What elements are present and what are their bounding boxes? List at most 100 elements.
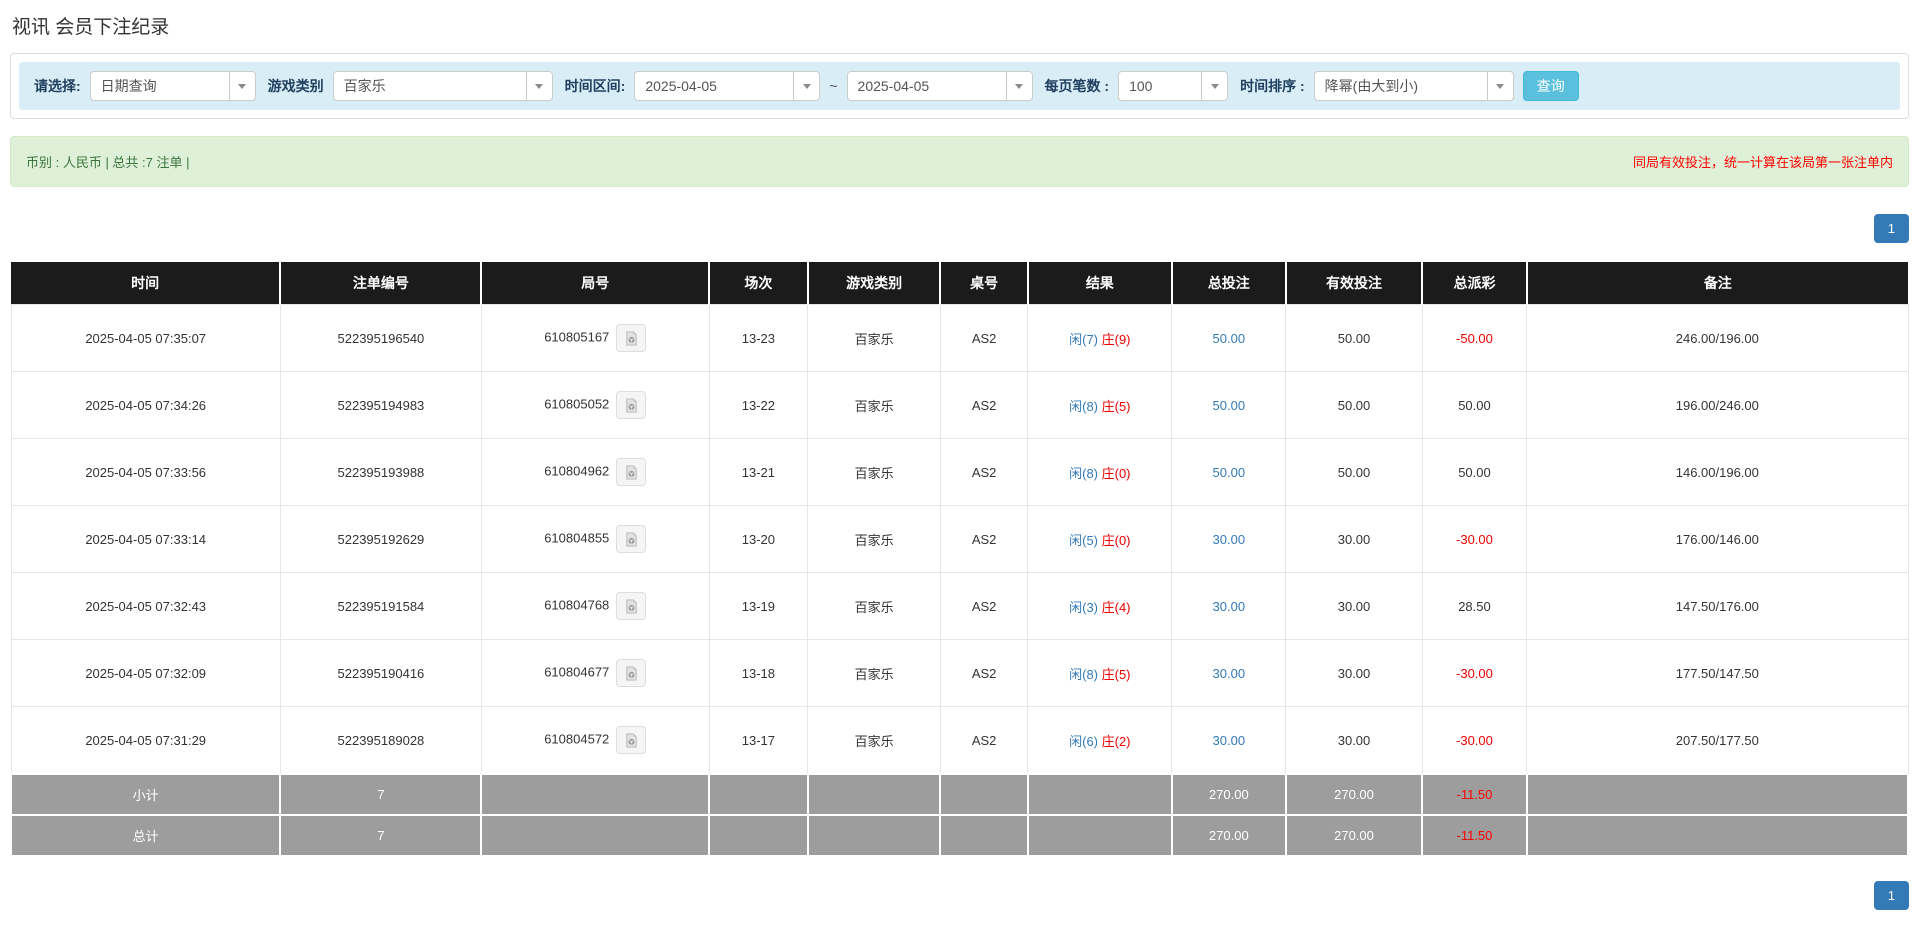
cell-round-number: 610804855 <box>480 505 710 573</box>
query-type-select[interactable]: 日期查询 <box>89 71 256 101</box>
cell-payout: -50.00 <box>1421 304 1528 372</box>
sort-order-label: 时间排序 : <box>1240 78 1305 94</box>
cell-table-number: AS2 <box>939 371 1029 439</box>
time-range-label: 时间区间: <box>564 78 626 94</box>
cell-total-bet: 50.00 <box>1171 371 1287 439</box>
cell-session: 13-20 <box>708 505 809 573</box>
cell-payout: -30.00 <box>1421 505 1528 573</box>
game-type-value: 百家乐 <box>343 78 386 94</box>
cell-payout: 50.00 <box>1421 371 1528 439</box>
cell-game-type: 百家乐 <box>807 505 941 573</box>
cell-total-bet: 30.00 <box>1171 505 1287 573</box>
video-replay-button[interactable] <box>616 324 647 352</box>
cell-time: 2025-04-05 07:33:56 <box>10 438 281 506</box>
table-row: 2025-04-05 07:35:07 522395196540 6108051… <box>10 304 1909 372</box>
cell-result: 闲(6) 庄(2) <box>1027 706 1173 775</box>
cell-session: 13-23 <box>708 304 809 372</box>
cell-round-number: 610804572 <box>480 706 710 775</box>
video-replay-button[interactable] <box>616 525 647 553</box>
summary-valid-bet: 270.00 <box>1284 773 1424 816</box>
cell-table-number: AS2 <box>939 639 1029 707</box>
cell-empty <box>480 814 711 857</box>
video-file-icon <box>626 598 637 614</box>
cell-total-bet: 50.00 <box>1171 438 1287 506</box>
result-player: 闲(3) <box>1069 599 1098 615</box>
summary-payout: -11.50 <box>1421 814 1528 857</box>
cell-bet-number: 522395194983 <box>279 371 482 439</box>
result-player: 闲(6) <box>1069 733 1098 749</box>
result-player: 闲(8) <box>1069 666 1098 682</box>
cell-bet-number: 522395190416 <box>279 639 482 707</box>
per-page-label: 每页笔数 : <box>1044 78 1110 94</box>
video-replay-button[interactable] <box>616 391 647 419</box>
page-1-button[interactable]: 1 <box>1873 881 1909 910</box>
cell-remark: 177.50/147.50 <box>1526 639 1909 707</box>
cell-round-number: 610804677 <box>480 639 710 707</box>
cell-valid-bet: 30.00 <box>1285 639 1423 707</box>
per-page-select[interactable]: 100 <box>1118 71 1229 101</box>
summary-label: 小计 <box>9 773 282 816</box>
sort-order-value: 降幂(由大到小) <box>1324 78 1418 94</box>
video-replay-button[interactable] <box>616 458 647 486</box>
result-banker: 庄(0) <box>1101 532 1131 548</box>
video-replay-button[interactable] <box>616 592 647 620</box>
table-row: 2025-04-05 07:31:29 522395189028 6108045… <box>10 706 1909 775</box>
round-number: 610804962 <box>544 463 610 479</box>
total-bet-link[interactable]: 50.00 <box>1213 331 1246 346</box>
pagination-top: 1 <box>10 214 1909 243</box>
round-number: 610805167 <box>544 329 610 345</box>
sort-order-select[interactable]: 降幂(由大到小) <box>1313 71 1514 101</box>
summary-valid-bet: 270.00 <box>1284 814 1424 857</box>
cell-table-number: AS2 <box>939 706 1029 775</box>
cell-game-type: 百家乐 <box>807 438 941 506</box>
cell-round-number: 610805052 <box>480 371 710 439</box>
summary-total-bet: 270.00 <box>1170 773 1287 816</box>
column-header: 场次 <box>709 262 809 305</box>
cell-valid-bet: 50.00 <box>1285 438 1423 506</box>
cell-session: 13-18 <box>708 639 809 707</box>
column-header: 时间 <box>11 262 282 305</box>
summary-count: 7 <box>279 773 483 816</box>
total-bet-link[interactable]: 30.00 <box>1213 599 1246 614</box>
cell-payout: -30.00 <box>1421 639 1528 707</box>
round-number: 610805052 <box>544 396 610 412</box>
page-1-button[interactable]: 1 <box>1873 214 1909 243</box>
total-bet-link[interactable]: 30.00 <box>1213 733 1246 748</box>
column-header: 备注 <box>1526 262 1908 305</box>
result-player: 闲(8) <box>1069 465 1098 481</box>
cell-table-number: AS2 <box>939 304 1029 372</box>
cell-remark: 146.00/196.00 <box>1526 438 1909 506</box>
cell-remark: 246.00/196.00 <box>1526 304 1909 372</box>
summary-row: 小计 7 270.00 270.00 -11.50 <box>9 773 1910 816</box>
column-header: 总投注 <box>1171 262 1287 305</box>
total-bet-link[interactable]: 30.00 <box>1213 532 1246 547</box>
table-row: 2025-04-05 07:32:43 522395191584 6108047… <box>10 572 1909 640</box>
table-row: 2025-04-05 07:33:14 522395192629 6108048… <box>10 505 1909 573</box>
total-bet-link[interactable]: 30.00 <box>1213 666 1246 681</box>
cell-time: 2025-04-05 07:31:29 <box>10 706 281 775</box>
column-header: 注单编号 <box>280 262 483 305</box>
result-banker: 庄(5) <box>1101 666 1131 682</box>
cell-game-type: 百家乐 <box>807 706 941 775</box>
cell-empty <box>708 773 809 816</box>
total-bet-link[interactable]: 50.00 <box>1213 398 1246 413</box>
cell-bet-number: 522395196540 <box>279 304 482 372</box>
total-bet-link[interactable]: 50.00 <box>1213 465 1246 480</box>
cell-result: 闲(7) 庄(9) <box>1027 304 1173 372</box>
search-button[interactable]: 查询 <box>1522 71 1579 101</box>
video-replay-button[interactable] <box>616 726 647 754</box>
cell-total-bet: 30.00 <box>1171 706 1287 775</box>
date-to-picker[interactable]: 2025-04-05 <box>846 71 1033 101</box>
cell-remark: 207.50/177.50 <box>1526 706 1909 775</box>
cell-game-type: 百家乐 <box>807 304 941 372</box>
cell-empty <box>806 814 942 857</box>
table-header: 时间 注单编号 局号 场次 游戏类别 桌号 结果 总投注 有效投注 总派彩 备注 <box>11 262 1908 305</box>
currency-summary-bar: 币别 : 人民币 | 总共 :7 注单 | 同局有效投注，统一计算在该局第一张注… <box>10 136 1909 187</box>
round-number: 610804855 <box>544 530 610 546</box>
game-type-select[interactable]: 百家乐 <box>332 71 553 101</box>
range-separator: ~ <box>829 78 838 94</box>
video-replay-button[interactable] <box>616 659 647 687</box>
video-file-icon <box>626 464 637 480</box>
betting-records-table: 时间 注单编号 局号 场次 游戏类别 桌号 结果 总投注 有效投注 总派彩 备注 2025-04-0… <box>9 262 1910 857</box>
date-from-picker[interactable]: 2025-04-05 <box>634 71 821 101</box>
